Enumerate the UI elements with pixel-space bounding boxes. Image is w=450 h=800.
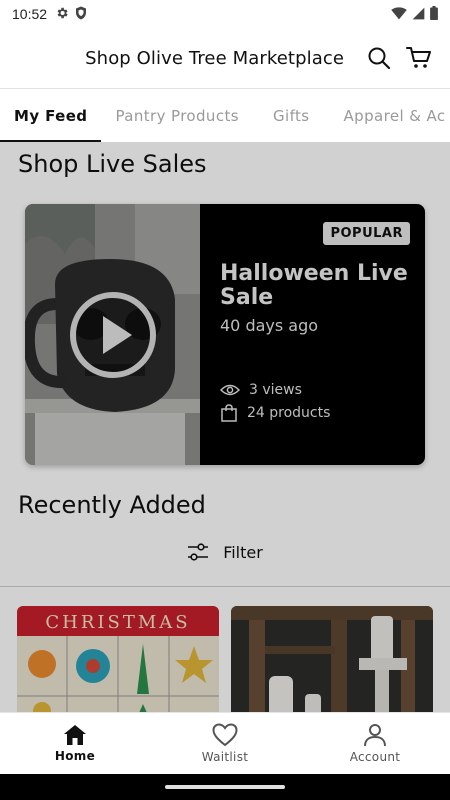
bottom-navigation: Home Waitlist Account [0,712,450,774]
wifi-icon [391,5,407,24]
cart-icon [406,47,431,68]
divider [0,586,450,587]
shield-icon [75,5,87,24]
christmas-banner: CHRISTMAS [45,612,190,633]
products-row: 24 products [220,404,330,422]
cell-signal-icon [412,5,425,24]
nav-account-label: Account [349,750,401,764]
tab-apparel[interactable]: Apparel & Ac [330,89,450,142]
live-sales-title: Shop Live Sales [18,150,207,178]
tab-gifts[interactable]: Gifts [253,89,330,142]
category-tabs: My Feed Pantry Products Gifts Apparel & … [0,88,450,142]
product-tile-christmas[interactable]: CHRISTMAS [17,606,219,712]
home-icon [64,725,86,745]
live-sale-info: POPULAR Halloween Live Sale 40 days ago … [200,204,425,465]
home-gesture-handle[interactable] [165,785,285,789]
settings-gear-icon [55,5,69,24]
status-bar: 10:52 [0,0,450,28]
play-icon [70,292,156,378]
nav-home-label: Home [54,749,96,763]
views-count: 3 views [249,382,302,398]
recently-added-title: Recently Added [18,491,206,519]
popular-badge: POPULAR [323,222,410,245]
eye-icon [220,384,240,396]
account-icon [364,724,386,747]
live-sale-age: 40 days ago [220,316,319,335]
products-count: 24 products [247,405,331,421]
search-button[interactable] [362,41,396,75]
live-sale-title: Halloween Live Sale [220,261,408,310]
status-time: 10:52 [12,6,48,22]
filter-sliders-icon [188,543,209,561]
search-icon [368,47,391,70]
shopping-bag-icon [221,404,237,422]
shop-title: Shop Olive Tree Marketplace [85,47,344,69]
tab-pantry-products[interactable]: Pantry Products [101,89,253,142]
heart-icon [212,723,238,747]
feed-content[interactable]: Shop Live Sales POPULAR Halloween Live S… [0,142,450,712]
battery-icon [430,5,438,24]
product-tile-candles[interactable] [231,606,433,712]
nav-account[interactable]: Account [300,713,450,774]
live-sale-card[interactable]: POPULAR Halloween Live Sale 40 days ago … [25,204,425,465]
nav-waitlist[interactable]: Waitlist [150,713,300,774]
cart-button[interactable] [402,41,436,75]
nav-waitlist-label: Waitlist [201,750,249,764]
filter-label: Filter [223,542,263,562]
tab-my-feed[interactable]: My Feed [0,89,102,142]
live-sale-thumbnail [25,204,200,465]
filter-button[interactable]: Filter [0,537,450,567]
system-gesture-bar [0,774,450,800]
nav-home[interactable]: Home [0,713,150,774]
views-row: 3 views [220,382,302,398]
app-header: Shop Olive Tree Marketplace [0,28,450,88]
